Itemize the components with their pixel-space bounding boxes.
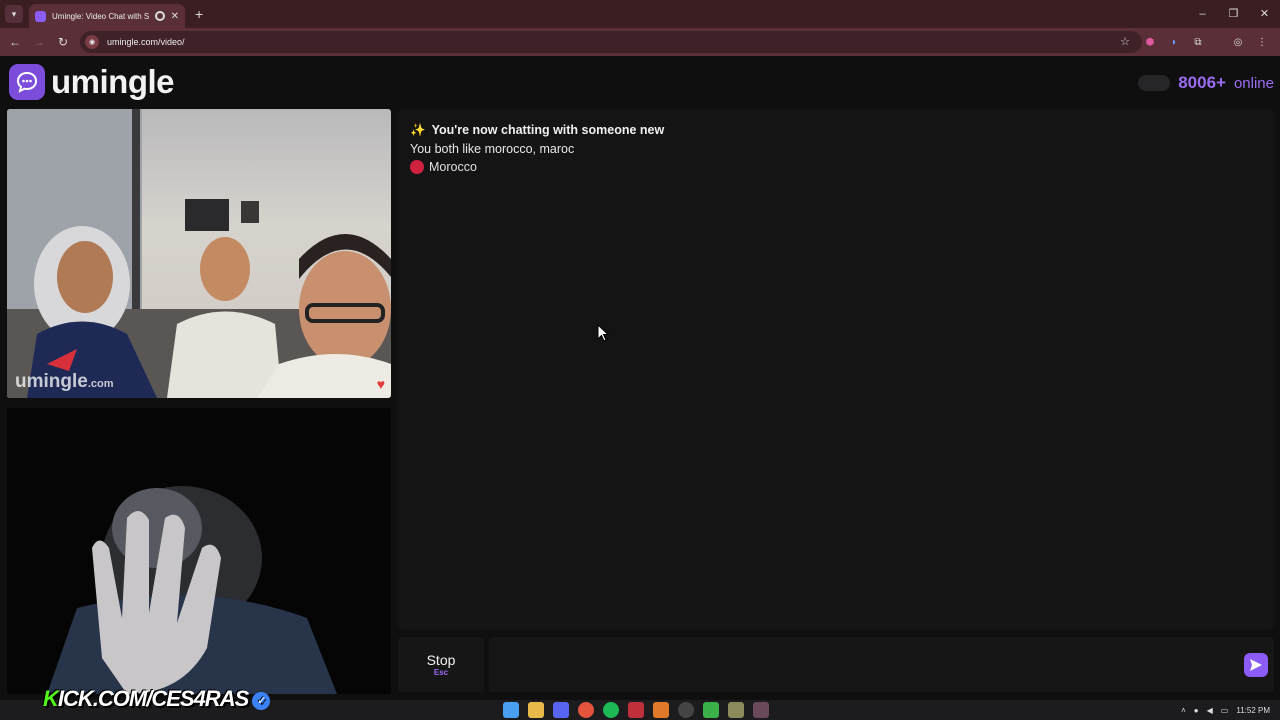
country-name: Morocco xyxy=(429,160,477,174)
play-icon[interactable] xyxy=(703,702,719,718)
umingle-page: umingle 8006+ online umingle.com ♥ ✨ You… xyxy=(0,56,1280,700)
app-icon[interactable] xyxy=(728,702,744,718)
browser-tab-strip: ▾ Umingle: Video Chat with S ✕ + – ❐ ✕ xyxy=(0,0,1280,28)
shield-extension-icon[interactable]: ⬢ xyxy=(1142,37,1158,48)
umingle-watermark: umingle.com xyxy=(15,371,114,392)
online-indicator: 8006+ online xyxy=(1138,73,1274,93)
window-controls: – ❐ ✕ xyxy=(1187,0,1280,28)
url-text: umingle.com/video/ xyxy=(107,37,185,47)
app-icon[interactable] xyxy=(653,702,669,718)
volume-icon[interactable]: ◀ xyxy=(1207,706,1213,715)
extension-area: ⬢ ◗ ⧉ ◎ ⋮ xyxy=(1142,28,1270,56)
stop-label: Stop xyxy=(426,652,456,668)
network-icon[interactable]: ▭ xyxy=(1221,706,1229,715)
logo-text: umingle xyxy=(51,63,175,100)
logo[interactable]: umingle xyxy=(9,63,175,101)
send-icon[interactable] xyxy=(1244,653,1268,677)
browser-active-icon[interactable] xyxy=(753,702,769,718)
taskbar-apps xyxy=(503,702,769,718)
verified-icon: ✓ xyxy=(252,692,271,710)
chevron-up-icon[interactable]: ˄ xyxy=(1181,706,1186,715)
browser-tab[interactable]: Umingle: Video Chat with S ✕ xyxy=(29,4,185,28)
tab-favicon-icon xyxy=(35,10,46,22)
system-message: ✨ You're now chatting with someone new xyxy=(410,123,664,138)
common-interests: You both like morocco, maroc xyxy=(410,142,575,156)
morocco-flag-icon xyxy=(410,160,424,174)
file-explorer-icon[interactable] xyxy=(528,702,544,718)
tab-search-icon[interactable]: ▾ xyxy=(5,5,23,23)
spotify-icon[interactable] xyxy=(603,702,619,718)
start-icon[interactable] xyxy=(503,702,519,718)
stranger-country: Morocco xyxy=(410,160,477,174)
audio-extension-icon[interactable]: ◗ xyxy=(1166,37,1182,48)
app-icon[interactable] xyxy=(678,702,694,718)
heart-icon: ♥ xyxy=(376,376,385,392)
chat-bubble-icon xyxy=(9,64,45,100)
self-video-frame xyxy=(47,486,337,694)
restore-button[interactable]: ❐ xyxy=(1218,0,1249,28)
mouse-cursor-icon xyxy=(597,324,609,342)
chrome-icon[interactable] xyxy=(578,702,594,718)
address-bar[interactable]: ◉ umingle.com/video/ ☆ xyxy=(80,31,1142,53)
minimize-button[interactable]: – xyxy=(1187,0,1218,28)
chat-panel: ✨ You're now chatting with someone new Y… xyxy=(398,109,1274,630)
microphone-icon[interactable]: ● xyxy=(1194,706,1199,715)
profile-icon[interactable]: ◎ xyxy=(1230,37,1246,48)
close-window-button[interactable]: ✕ xyxy=(1249,0,1280,28)
recording-icon xyxy=(154,11,165,21)
tab-close-icon[interactable]: ✕ xyxy=(171,11,179,22)
online-count: 8006+ xyxy=(1178,73,1226,92)
clock[interactable]: 11:52 PM xyxy=(1236,706,1270,715)
browser-toolbar: ← → ↻ ◉ umingle.com/video/ ☆ ⬢ ◗ ⧉ ◎ ⋮ xyxy=(0,28,1280,56)
back-icon[interactable]: ← xyxy=(3,35,27,49)
new-chat-notice: You're now chatting with someone new xyxy=(431,123,665,137)
tab-title: Umingle: Video Chat with S xyxy=(52,11,149,21)
sparkle-icon: ✨ xyxy=(410,123,426,137)
theme-toggle[interactable] xyxy=(1138,75,1171,91)
stranger-video: umingle.com ♥ xyxy=(7,109,391,398)
message-input[interactable] xyxy=(489,637,1274,692)
stranger-video-frame xyxy=(7,109,391,398)
system-tray: ˄ ● ◀ ▭ 11:52 PM xyxy=(1181,700,1270,720)
star-icon[interactable]: ☆ xyxy=(1120,35,1130,48)
stop-shortcut: Esc xyxy=(433,668,449,677)
discord-icon[interactable] xyxy=(553,702,569,718)
forward-icon[interactable]: → xyxy=(27,35,51,49)
app-icon[interactable] xyxy=(628,702,644,718)
new-tab-button[interactable]: + xyxy=(195,6,203,22)
self-video xyxy=(7,408,391,694)
menu-icon[interactable]: ⋮ xyxy=(1254,37,1270,48)
stop-button[interactable]: Stop Esc xyxy=(398,637,484,692)
online-label: online xyxy=(1233,74,1274,92)
extensions-icon[interactable]: ⧉ xyxy=(1190,37,1206,48)
site-info-icon[interactable]: ◉ xyxy=(85,35,99,49)
kick-overlay: KICK.COM/CES4RAS ✓ xyxy=(43,686,271,712)
reload-icon[interactable]: ↻ xyxy=(51,35,75,49)
